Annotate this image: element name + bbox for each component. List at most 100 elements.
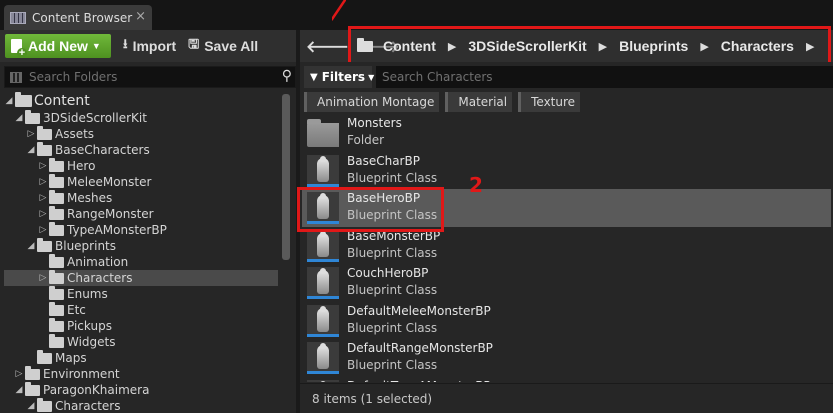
collapse-arrow-icon[interactable]: ▷	[38, 161, 48, 171]
chevron-right-icon[interactable]: ▶	[448, 40, 456, 53]
save-all-button[interactable]: 🖫 Save All	[188, 35, 258, 57]
tree-node[interactable]: ◢ Content	[4, 92, 278, 110]
funnel-icon: ▼	[310, 71, 318, 83]
asset-panel: ▼ Filters ▼ Search Characters Animation …	[300, 62, 833, 413]
asset-item[interactable]: Monsters Folder	[302, 114, 831, 152]
breadcrumb-characters[interactable]: Characters	[721, 38, 794, 54]
asset-item[interactable]: CouchHeroBP Blueprint Class	[302, 264, 831, 302]
search-icon[interactable]: ⚲	[282, 68, 292, 84]
folder-icon[interactable]	[357, 37, 373, 52]
chevron-right-icon[interactable]: ▶	[806, 40, 814, 53]
asset-list: Monsters Folder BaseCharBP Blueprint Class B…	[302, 114, 831, 382]
folder-tree-scrollbar[interactable]	[282, 94, 290, 260]
asset-type: Blueprint Class	[347, 245, 438, 260]
blueprint-type-bar	[307, 333, 339, 337]
tab-label: Content Browser	[32, 10, 133, 25]
tree-node-label: Hero	[67, 159, 96, 173]
collapse-arrow-icon[interactable]: ▷	[38, 273, 48, 283]
asset-item[interactable]: DefaultRangeMonsterBP Blueprint Class	[302, 339, 831, 377]
expand-arrow-icon[interactable]: ◢	[14, 113, 24, 123]
tree-node-label: Animation	[67, 255, 129, 269]
tree-node[interactable]: ▷ Assets	[4, 125, 278, 142]
tree-node-label: Meshes	[67, 191, 113, 205]
tree-node[interactable]: ◢ Blueprints	[4, 237, 278, 254]
expand-arrow-icon[interactable]: ◢	[26, 145, 36, 155]
breadcrumb: Content ▶ 3DSideScrollerKit ▶ Blueprints…	[348, 26, 831, 66]
collapse-arrow-icon[interactable]: ▷	[38, 193, 48, 203]
asset-item[interactable]: BaseCharBP Blueprint Class	[302, 152, 831, 190]
tree-node[interactable]: Pickups	[4, 317, 278, 334]
filter-chip-texture[interactable]: Texture	[518, 92, 581, 112]
tree-node[interactable]: Etc	[4, 301, 278, 318]
chevron-right-icon[interactable]: ▶	[700, 40, 708, 53]
blueprint-type-bar	[307, 296, 339, 299]
tree-node-label: ParagonKhaimera	[43, 383, 150, 397]
collapse-arrow-icon[interactable]: ▷	[38, 225, 48, 235]
expand-arrow-icon[interactable]: ◢	[4, 96, 14, 106]
expand-arrow-icon[interactable]: ◢	[14, 385, 24, 395]
asset-item[interactable]: DefaultTypeAMonsterBPBlueprint Class	[302, 377, 831, 383]
filters-button[interactable]: ▼ Filters ▼	[304, 66, 375, 88]
breadcrumb-content[interactable]: Content	[383, 38, 436, 54]
asset-item[interactable]: DefaultMeleeMonsterBP Blueprint Class	[302, 302, 831, 340]
mannequin-figure	[317, 155, 329, 182]
tree-node[interactable]: ◢ 3DSideScrollerKit	[4, 109, 278, 126]
search-folders-placeholder: Search Folders	[29, 70, 118, 84]
tree-node[interactable]: ◢ BaseCharacters	[4, 141, 278, 158]
tree-node[interactable]: ▷ TypeAMonsterBP	[4, 221, 278, 238]
close-icon[interactable]: ×	[135, 9, 146, 24]
blueprint-type-bar	[307, 258, 339, 262]
save-all-label: Save All	[204, 38, 259, 54]
chevron-right-icon[interactable]: ▶	[599, 40, 607, 53]
blueprint-type-bar	[307, 371, 339, 374]
back-arrow-icon[interactable]: 🡐	[306, 36, 349, 56]
tree-node-label: MeleeMonster	[67, 175, 152, 189]
search-characters-input[interactable]: Search Characters	[376, 66, 833, 88]
tree-node[interactable]: ▷ Environment	[4, 365, 278, 382]
breadcrumb-blueprints[interactable]: Blueprints	[619, 38, 688, 54]
collapse-arrow-icon[interactable]: ▷	[38, 177, 48, 187]
mannequin-figure	[317, 343, 329, 369]
character-thumbnail-icon	[307, 342, 339, 374]
tab-content-browser[interactable]: Content Browser ×	[4, 5, 152, 30]
tree-node[interactable]: ◢ Characters	[4, 397, 278, 413]
folder-icon	[37, 237, 52, 252]
tree-node[interactable]: Widgets	[4, 333, 278, 350]
tree-node-label: Environment	[43, 367, 120, 381]
tree-node-label: TypeAMonsterBP	[67, 223, 167, 237]
asset-item[interactable]: BaseMonsterBP Blueprint Class	[302, 227, 831, 265]
asset-name: Monsters	[347, 116, 402, 130]
filter-list-icon[interactable]	[10, 72, 22, 83]
folder-panel: Search Folders ⚲ ◢ Content ◢ 3DSideScroller…	[0, 62, 296, 413]
collapse-arrow-icon[interactable]: ▷	[38, 209, 48, 219]
tree-node[interactable]: ▷ Hero	[4, 157, 278, 174]
folder-icon	[37, 141, 52, 156]
tree-node[interactable]: ◢ ParagonKhaimera	[4, 381, 278, 398]
tree-node[interactable]: Animation	[4, 253, 278, 270]
filter-chips: Animation Montage Material Texture	[304, 92, 586, 112]
tree-node[interactable]: ▷ Meshes	[4, 189, 278, 206]
filter-chip-material[interactable]: Material	[445, 92, 513, 112]
tree-node[interactable]: ▷ MeleeMonster	[4, 173, 278, 190]
tree-node-label: Maps	[55, 351, 87, 365]
tree-node[interactable]: ▷ Characters	[4, 269, 278, 286]
search-folders-input[interactable]: Search Folders ⚲	[4, 66, 296, 88]
tree-node[interactable]: Maps	[4, 349, 278, 366]
add-new-button[interactable]: Add New ▼	[5, 34, 111, 58]
expand-arrow-icon[interactable]: ◢	[26, 401, 36, 411]
tree-node[interactable]: Enums	[4, 285, 278, 302]
tree-node[interactable]: ▷ RangeMonster	[4, 205, 278, 222]
folder-icon	[49, 221, 64, 236]
import-button[interactable]: ⭳ Import	[123, 35, 176, 57]
chevron-down-icon: ▼	[368, 72, 375, 82]
expand-arrow-icon[interactable]: ◢	[26, 241, 36, 251]
folder-icon	[37, 125, 52, 140]
breadcrumb-3dsidescrollerkit[interactable]: 3DSideScrollerKit	[468, 38, 586, 54]
filter-chip-animation-montage[interactable]: Animation Montage	[304, 92, 440, 112]
collapse-arrow-icon[interactable]: ▷	[26, 129, 36, 139]
collapse-arrow-icon[interactable]: ▷	[14, 369, 24, 379]
path-bar: 🡐 🡒 Content ▶ 3DSideScrollerKit ▶ Bluepr…	[300, 26, 833, 66]
tree-node-label: Characters	[55, 399, 121, 413]
character-thumbnail-icon	[307, 154, 339, 187]
asset-name: DefaultTypeAMonsterBP	[347, 379, 491, 383]
